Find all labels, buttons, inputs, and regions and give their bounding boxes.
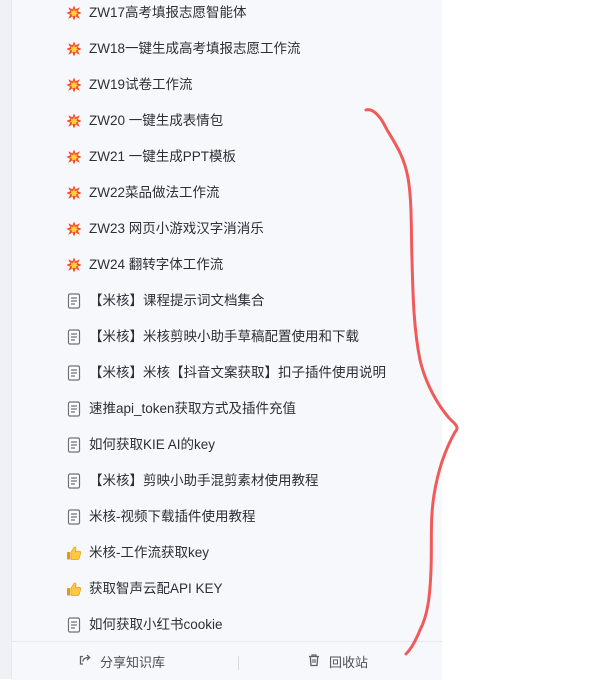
list-item-label: ZW19试卷工作流 — [89, 77, 193, 92]
list-item[interactable]: ZW17高考填报志愿智能体 — [12, 0, 442, 28]
trash-icon — [307, 653, 329, 670]
thumbs-up-icon — [65, 580, 83, 598]
explosion-icon — [65, 112, 83, 130]
list-item-label: 【米核】课程提示词文档集合 — [89, 293, 265, 308]
list-item-label: ZW17高考填报志愿智能体 — [89, 5, 247, 20]
document-icon — [65, 508, 83, 526]
list-item[interactable]: 获取智声云配API KEY — [12, 574, 442, 604]
left-edge-strip — [0, 0, 12, 679]
document-icon — [65, 616, 83, 634]
footer-divider — [238, 656, 239, 670]
list-item[interactable]: 【米核】米核【抖音文案获取】扣子插件使用说明 — [12, 358, 442, 388]
list-item-label: 米核-视频下载插件使用教程 — [89, 509, 256, 524]
list-item[interactable]: ZW19试卷工作流 — [12, 70, 442, 100]
list-item[interactable]: ZW20 一键生成表情包 — [12, 106, 442, 136]
list-item-label: 如何获取小红书cookie — [89, 617, 223, 632]
explosion-icon — [65, 184, 83, 202]
list-item[interactable]: 米核-视频下载插件使用教程 — [12, 502, 442, 532]
list-item[interactable]: 米核-工作流获取key — [12, 538, 442, 568]
list-item[interactable]: 如何获取KIE AI的key — [12, 430, 442, 460]
list-item-label: 如何获取KIE AI的key — [89, 437, 216, 452]
list-item[interactable]: 【米核】米核剪映小助手草稿配置使用和下载 — [12, 322, 442, 352]
document-icon — [65, 292, 83, 310]
panel-footer: 分享知识库 回收站 — [12, 641, 442, 680]
list-item[interactable]: 如何获取小红书cookie — [12, 610, 442, 640]
explosion-icon — [65, 4, 83, 22]
list-item-label: ZW22菜品做法工作流 — [89, 185, 220, 200]
explosion-icon — [65, 40, 83, 58]
explosion-icon — [65, 220, 83, 238]
document-icon — [65, 472, 83, 490]
explosion-icon — [65, 256, 83, 274]
share-knowledge-base-label: 分享知识库 — [100, 654, 166, 670]
list-item-label: 速推api_token获取方式及插件充值 — [89, 401, 297, 416]
list-item-label: ZW21 一键生成PPT模板 — [89, 149, 237, 164]
list-item-label: 【米核】米核剪映小助手草稿配置使用和下载 — [89, 329, 359, 344]
share-knowledge-base-button[interactable]: 分享知识库 — [78, 642, 165, 680]
recycle-bin-button[interactable]: 回收站 — [307, 642, 368, 680]
document-icon — [65, 328, 83, 346]
document-icon — [65, 400, 83, 418]
explosion-icon — [65, 148, 83, 166]
document-icon — [65, 436, 83, 454]
explosion-icon — [65, 76, 83, 94]
list-item-label: 获取智声云配API KEY — [89, 581, 223, 596]
list-item[interactable]: 【米核】课程提示词文档集合 — [12, 286, 442, 316]
share-icon — [78, 653, 100, 670]
list-item[interactable]: ZW21 一键生成PPT模板 — [12, 142, 442, 172]
list-item[interactable]: 【米核】剪映小助手混剪素材使用教程 — [12, 466, 442, 496]
list-item[interactable]: ZW22菜品做法工作流 — [12, 178, 442, 208]
list-item-label: ZW20 一键生成表情包 — [89, 113, 224, 128]
list-item-label: ZW24 翻转字体工作流 — [89, 257, 224, 272]
document-icon — [65, 364, 83, 382]
recycle-bin-label: 回收站 — [329, 654, 369, 670]
list-item-label: ZW23 网页小游戏汉字消消乐 — [89, 221, 264, 236]
list-item-label: 【米核】米核【抖音文案获取】扣子插件使用说明 — [89, 365, 386, 380]
list-item[interactable]: ZW18一键生成高考填报志愿工作流 — [12, 34, 442, 64]
thumbs-up-icon — [65, 544, 83, 562]
list-item[interactable]: 速推api_token获取方式及插件充值 — [12, 394, 442, 424]
list-item-label: 【米核】剪映小助手混剪素材使用教程 — [89, 473, 319, 488]
list-item-label: 米核-工作流获取key — [89, 545, 210, 560]
list-item[interactable]: ZW24 翻转字体工作流 — [12, 250, 442, 280]
list-item[interactable]: ZW23 网页小游戏汉字消消乐 — [12, 214, 442, 244]
list-item-label: ZW18一键生成高考填报志愿工作流 — [89, 41, 301, 56]
